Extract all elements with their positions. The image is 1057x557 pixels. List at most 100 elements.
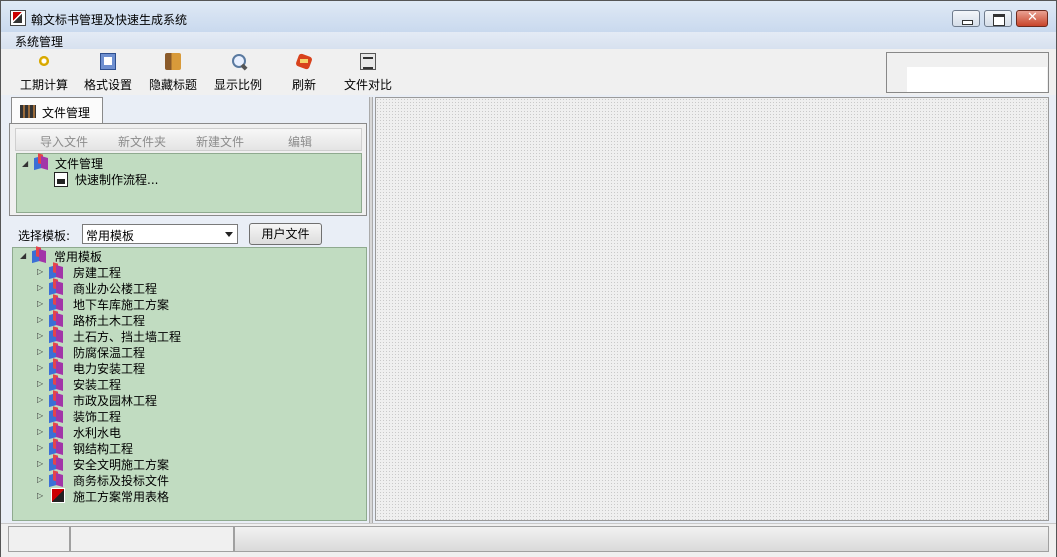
expand-arrow-icon[interactable]: ▷ (37, 459, 43, 468)
tree-node-template[interactable]: 装饰工程 (73, 408, 121, 425)
tree-node-template[interactable]: 商务标及投标文件 (73, 472, 169, 489)
package-icon (31, 248, 47, 263)
format-settings-label: 格式设置 (83, 78, 132, 92)
file-management-panel: 导入文件 新文件夹 新建文件 编辑 ◢ 文件管理 快速制作流程... (9, 123, 367, 216)
toolbar: 工期计算 格式设置 隐藏标题 显示比例 刷新 文件对比 (1, 49, 1056, 95)
schedule-calc-button[interactable]: 工期计算 (17, 53, 71, 93)
expand-arrow-icon[interactable]: ▷ (37, 283, 43, 292)
refresh-button[interactable]: 刷新 (286, 53, 322, 93)
expand-arrow-icon[interactable]: ▷ (37, 331, 43, 340)
tree-node-template[interactable]: 安装工程 (73, 376, 121, 393)
panel-splitter[interactable] (369, 97, 373, 523)
format-settings-button[interactable]: 格式设置 (81, 53, 135, 93)
chevron-down-icon (225, 232, 233, 237)
new-file-button[interactable]: 新建文件 (196, 133, 244, 150)
tree-node-template[interactable]: 钢结构工程 (73, 440, 133, 457)
template-select-label: 选择模板: (18, 229, 71, 243)
tree-node-file-management[interactable]: 文件管理 (55, 155, 103, 172)
tree-node-common-templates[interactable]: 常用模板 (54, 248, 102, 265)
expand-arrow-icon[interactable]: ▷ (37, 315, 43, 324)
window-title: 翰文标书管理及快速生成系统 (31, 13, 188, 27)
tree-node-template[interactable]: 水利水电 (73, 424, 121, 441)
tree-node-template[interactable]: 商业办公楼工程 (73, 280, 157, 297)
expand-arrow-icon[interactable]: ▷ (37, 299, 43, 308)
expand-arrow-icon[interactable]: ▷ (37, 395, 43, 404)
package-icon (48, 328, 64, 343)
expand-arrow-icon[interactable]: ▷ (37, 363, 43, 372)
tree-node-quick-process[interactable]: 快速制作流程... (75, 171, 158, 188)
status-bar (1, 523, 1056, 557)
package-icon (48, 296, 64, 311)
toolbar-info-box (886, 52, 1049, 93)
status-panel-3 (234, 526, 1049, 552)
package-icon (48, 392, 64, 407)
app-window: 翰文标书管理及快速生成系统 ✕ 系统管理 工期计算 格式设置 隐藏标题 显示比例… (0, 0, 1057, 557)
new-folder-button[interactable]: 新文件夹 (118, 133, 166, 150)
title-bar: 翰文标书管理及快速生成系统 ✕ (1, 1, 1056, 32)
expand-arrow-icon[interactable]: ▷ (37, 267, 43, 276)
zoom-ratio-button[interactable]: 显示比例 (211, 53, 265, 93)
collapse-arrow-icon[interactable]: ◢ (22, 159, 28, 168)
document-view-area[interactable] (375, 97, 1049, 521)
maximize-icon (993, 14, 1005, 26)
status-panel-2 (70, 526, 234, 552)
package-icon (48, 376, 64, 391)
package-icon (48, 280, 64, 295)
compare-icon (360, 53, 376, 70)
tree-node-template[interactable]: 土石方、挡土墙工程 (73, 328, 181, 345)
menu-system-management[interactable]: 系统管理 (15, 33, 63, 50)
toolbar-info-field (907, 67, 1047, 92)
tree-node-template[interactable]: 电力安装工程 (73, 360, 145, 377)
expand-arrow-icon[interactable]: ▷ (37, 347, 43, 356)
hide-title-button[interactable]: 隐藏标题 (146, 53, 200, 93)
package-icon (48, 456, 64, 471)
spreadsheet-icon (51, 488, 65, 503)
collapse-arrow-icon[interactable]: ◢ (20, 251, 26, 260)
refresh-label: 刷新 (291, 78, 316, 92)
tab-file-management[interactable]: 文件管理 (11, 97, 103, 124)
status-panel-1 (8, 526, 70, 552)
tree-node-template[interactable]: 路桥土木工程 (73, 312, 145, 329)
template-tree: ◢ 常用模板 ▷ 房建工程 ▷ 商业办公楼工程 ▷ 地下车库施工方案 ▷ 路桥土木工程 ▷ 土石方… (12, 247, 367, 521)
app-logo-icon (10, 10, 26, 26)
zoom-ratio-label: 显示比例 (213, 78, 262, 92)
file-compare-label: 文件对比 (343, 78, 392, 92)
package-icon (48, 360, 64, 375)
tree-node-template[interactable]: 施工方案常用表格 (73, 488, 169, 505)
file-tree: ◢ 文件管理 快速制作流程... (16, 153, 362, 213)
expand-arrow-icon[interactable]: ▷ (37, 443, 43, 452)
tree-node-template[interactable]: 安全文明施工方案 (73, 456, 169, 473)
maximize-button[interactable] (984, 10, 1012, 27)
file-toolbar: 导入文件 新文件夹 新建文件 编辑 (15, 128, 362, 151)
edit-button[interactable]: 编辑 (288, 133, 312, 150)
expand-arrow-icon[interactable]: ▷ (37, 379, 43, 388)
minimize-button[interactable] (952, 10, 980, 27)
gear-icon (36, 53, 52, 70)
expand-arrow-icon[interactable]: ▷ (37, 475, 43, 484)
file-compare-button[interactable]: 文件对比 (341, 53, 395, 93)
hide-title-label: 隐藏标题 (148, 78, 197, 92)
package-icon (48, 472, 64, 487)
package-icon (48, 408, 64, 423)
book-icon (165, 53, 181, 70)
user-files-button[interactable]: 用户文件 (249, 223, 322, 245)
template-select[interactable]: 常用模板 (82, 224, 238, 244)
package-icon (48, 312, 64, 327)
minimize-icon (962, 20, 973, 25)
document-icon (54, 172, 68, 187)
close-icon: ✕ (1027, 10, 1038, 25)
expand-arrow-icon[interactable]: ▷ (37, 411, 43, 420)
tree-node-template[interactable]: 市政及园林工程 (73, 392, 157, 409)
tree-node-template[interactable]: 房建工程 (73, 264, 121, 281)
package-icon (48, 264, 64, 279)
expand-arrow-icon[interactable]: ▷ (37, 427, 43, 436)
package-icon (48, 424, 64, 439)
expand-arrow-icon[interactable]: ▷ (37, 491, 43, 500)
tree-node-template[interactable]: 地下车库施工方案 (73, 296, 169, 313)
schedule-calc-label: 工期计算 (19, 78, 68, 92)
close-button[interactable]: ✕ (1016, 10, 1048, 27)
tab-file-management-label: 文件管理 (42, 106, 91, 120)
tree-node-template[interactable]: 防腐保温工程 (73, 344, 145, 361)
refresh-icon (296, 53, 312, 70)
import-file-button[interactable]: 导入文件 (40, 133, 88, 150)
